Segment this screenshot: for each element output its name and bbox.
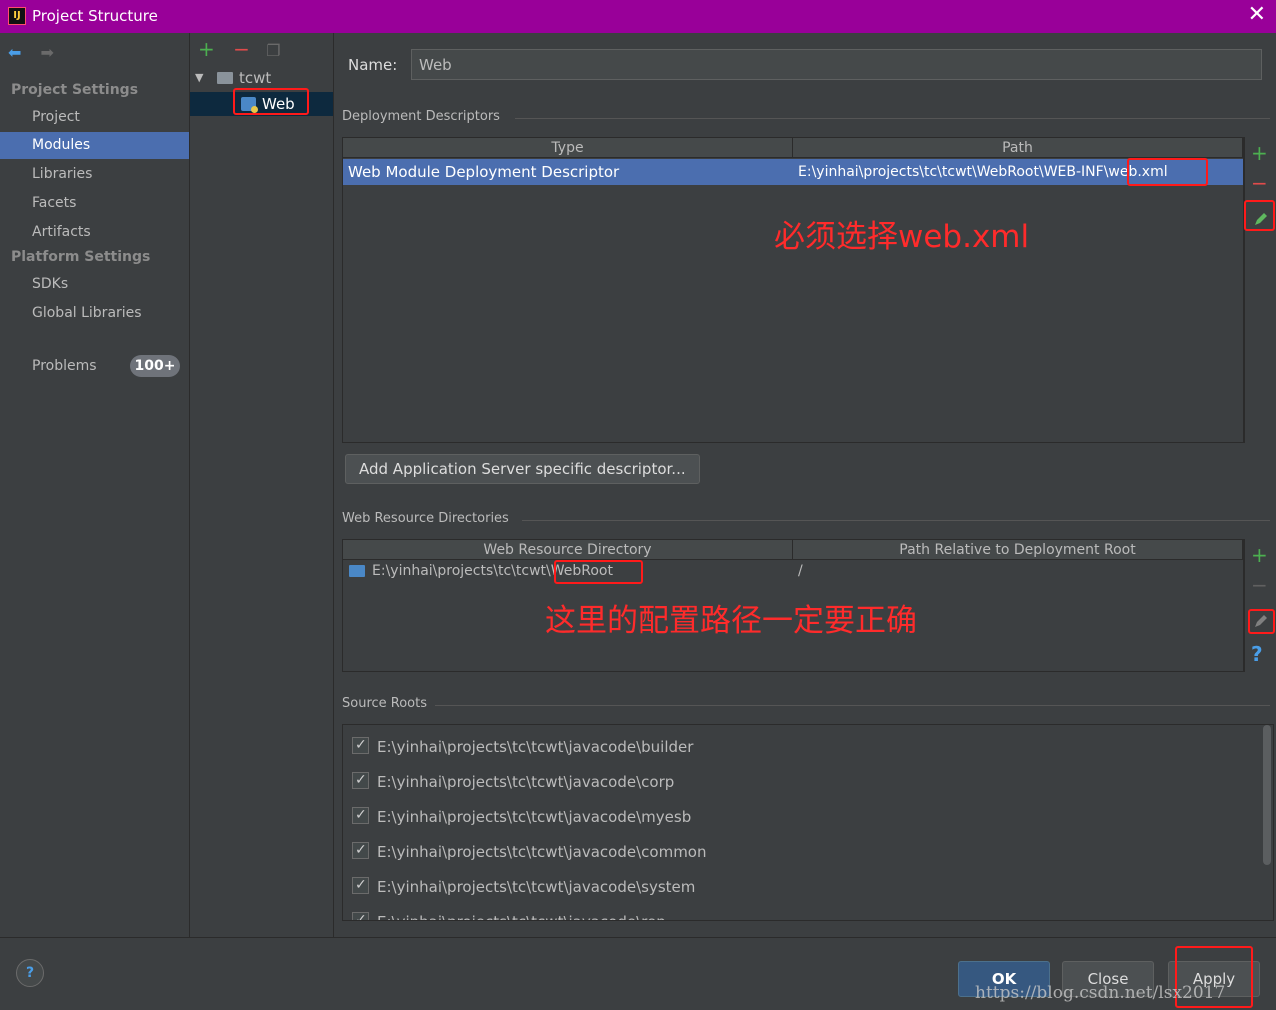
remove-icon[interactable]: − (1251, 171, 1268, 195)
group-separator (515, 118, 1270, 119)
window-title: Project Structure (32, 7, 158, 25)
annotation-highlight-box (1248, 609, 1275, 634)
add-server-descriptor-button[interactable]: Add Application Server specific descript… (345, 454, 700, 484)
checkbox[interactable] (352, 770, 369, 790)
web-resource-side-toolbar: + − ? (1244, 539, 1274, 672)
annotation-highlight-box (233, 88, 309, 115)
project-settings-heading: Project Settings (11, 82, 139, 98)
column-header-path[interactable]: Path (793, 138, 1243, 158)
column-header-web-resource-directory[interactable]: Web Resource Directory (343, 540, 793, 560)
settings-sidebar: ⬅ ➡ Project Settings Project Modules Lib… (0, 33, 190, 937)
remove-icon[interactable]: − (233, 37, 250, 61)
relative-path-cell: / (798, 563, 803, 579)
source-root-path: E:\yinhai\projects\tc\tcwt\javacode\myes… (377, 808, 692, 826)
sidebar-item-project[interactable]: Project (0, 104, 189, 131)
web-resource-directories-heading: Web Resource Directories (342, 511, 509, 526)
list-item[interactable]: E:\yinhai\projects\tc\tcwt\javacode\syst… (352, 875, 696, 897)
annotation-text: 必须选择web.xml (774, 219, 1030, 255)
folder-icon (349, 565, 365, 577)
source-roots-list: E:\yinhai\projects\tc\tcwt\javacode\buil… (342, 724, 1274, 921)
column-header-type[interactable]: Type (343, 138, 793, 158)
column-header-relative-path[interactable]: Path Relative to Deployment Root (793, 540, 1243, 560)
help-icon[interactable]: ? (1251, 642, 1263, 666)
source-root-path: E:\yinhai\projects\tc\tcwt\javacode\buil… (377, 738, 694, 756)
intellij-app-icon: IJ (8, 7, 26, 25)
add-icon[interactable]: + (1251, 543, 1268, 567)
tree-node-label: tcwt (239, 69, 272, 87)
module-tree-panel: + − ❐ ▼ tcwt Web (190, 33, 334, 937)
list-item[interactable]: E:\yinhai\projects\tc\tcwt\javacode\comm… (352, 840, 707, 862)
source-root-path: E:\yinhai\projects\tc\tcwt\javacode\syst… (377, 878, 696, 896)
sidebar-item-artifacts[interactable]: Artifacts (0, 219, 189, 246)
vertical-scrollbar[interactable] (1263, 725, 1271, 865)
remove-icon[interactable]: − (1251, 573, 1268, 597)
checkbox[interactable] (352, 875, 369, 895)
add-icon[interactable]: + (198, 37, 215, 61)
folder-icon (217, 72, 233, 84)
checkbox[interactable] (352, 910, 369, 920)
sidebar-item-sdks[interactable]: SDKs (0, 271, 189, 298)
back-arrow-icon[interactable]: ⬅ (8, 43, 26, 62)
table-header: Web Resource Directory Path Relative to … (343, 540, 1243, 560)
list-item[interactable]: E:\yinhai\projects\tc\tcwt\javacode\rep (352, 910, 666, 920)
table-row[interactable]: Web Module Deployment Descriptor E:\yinh… (343, 159, 1243, 185)
source-root-path: E:\yinhai\projects\tc\tcwt\javacode\rep (377, 913, 666, 920)
list-item[interactable]: E:\yinhai\projects\tc\tcwt\javacode\corp (352, 770, 675, 792)
deployment-descriptors-table: Type Path Web Module Deployment Descript… (342, 137, 1244, 443)
nav-arrows: ⬅ ➡ (8, 43, 68, 62)
annotation-highlight-box (554, 560, 643, 584)
title-bar: IJ Project Structure ✕ (0, 0, 1276, 33)
table-row[interactable]: E:\yinhai\projects\tc\tcwt\WebRoot / (343, 560, 1243, 582)
source-root-path: E:\yinhai\projects\tc\tcwt\javacode\corp (377, 773, 675, 791)
list-item[interactable]: E:\yinhai\projects\tc\tcwt\javacode\myes… (352, 805, 692, 827)
source-root-path: E:\yinhai\projects\tc\tcwt\javacode\comm… (377, 843, 707, 861)
annotation-highlight-box (1244, 200, 1275, 231)
checkbox[interactable] (352, 735, 369, 755)
copy-icon[interactable]: ❐ (266, 41, 280, 60)
descriptor-type-cell: Web Module Deployment Descriptor (348, 163, 620, 181)
table-header: Type Path (343, 138, 1243, 158)
sidebar-item-global-libraries[interactable]: Global Libraries (0, 300, 189, 327)
watermark: https://blog.csdn.net/lsx2017 (975, 983, 1226, 1003)
group-separator (435, 705, 1270, 706)
sidebar-item-libraries[interactable]: Libraries (0, 161, 189, 188)
deployment-descriptors-heading: Deployment Descriptors (342, 109, 500, 124)
expand-triangle-icon[interactable]: ▼ (195, 66, 203, 90)
name-label: Name: (348, 56, 398, 74)
annotation-highlight-box (1127, 158, 1208, 186)
help-button[interactable]: ? (16, 959, 44, 987)
descriptor-side-toolbar: + − (1244, 137, 1274, 443)
checkbox[interactable] (352, 805, 369, 825)
forward-arrow-icon[interactable]: ➡ (40, 43, 58, 62)
problems-count-badge: 100+ (130, 355, 180, 377)
platform-settings-heading: Platform Settings (11, 249, 151, 265)
source-roots-heading: Source Roots (342, 696, 428, 711)
sidebar-item-modules[interactable]: Modules (0, 132, 189, 159)
close-icon[interactable]: ✕ (1248, 3, 1266, 27)
add-icon[interactable]: + (1251, 141, 1268, 165)
tree-node-tcwt[interactable]: ▼ tcwt (190, 66, 333, 90)
group-separator (522, 520, 1270, 521)
checkbox[interactable] (352, 840, 369, 860)
module-settings-panel: Name: Deployment Descriptors Type Path W… (335, 33, 1276, 937)
module-name-input[interactable] (411, 49, 1262, 80)
list-item[interactable]: E:\yinhai\projects\tc\tcwt\javacode\buil… (352, 735, 694, 757)
tree-toolbar: + − ❐ (198, 37, 281, 61)
sidebar-item-facets[interactable]: Facets (0, 190, 189, 217)
annotation-text: 这里的配置路径一定要正确 (545, 603, 917, 639)
